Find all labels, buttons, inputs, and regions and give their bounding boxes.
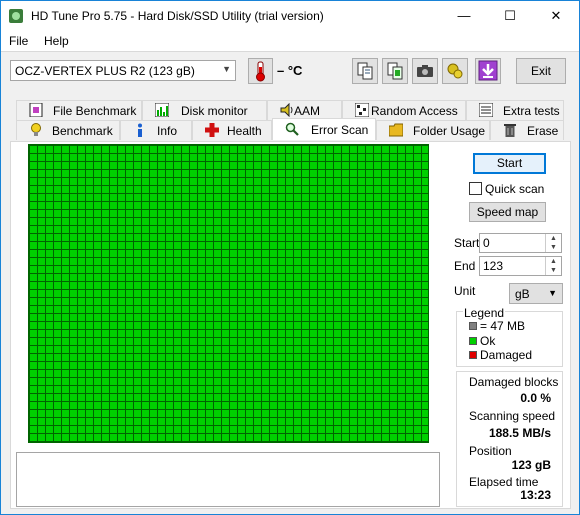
save-button[interactable] [475,58,501,84]
unit-select[interactable]: gB ▼ [509,283,563,304]
title-bar: HD Tune Pro 5.75 - Hard Disk/SSD Utility… [1,1,579,31]
menu-divider [1,51,579,52]
lightbulb-icon [31,123,41,136]
tab-label: File Benchmark [53,104,137,118]
tab-label: Folder Usage [413,124,486,138]
tab-label: Error Scan [311,123,369,137]
drive-select-value: OCZ-VERTEX PLUS R2 (123 gB) [15,64,195,78]
magnifier-icon [285,122,299,136]
tab-file-benchmark[interactable]: File Benchmark [16,100,142,120]
screenshot-button[interactable] [412,58,438,84]
tab-label: Disk monitor [181,104,248,118]
copy-text-button[interactable] [352,58,378,84]
scanning-speed-value: 188.5 MB/s [488,426,551,440]
tab-label: Erase [527,124,559,138]
tab-folder-usage[interactable]: Folder Usage [376,120,490,140]
legend-swatch-block [469,322,477,330]
minimize-button[interactable]: — [441,1,487,31]
tab-disk-monitor[interactable]: Disk monitor [142,100,267,120]
spin-up-icon[interactable]: ▲ [546,257,561,266]
legend-ok-label: Ok [480,334,496,348]
file-benchmark-icon [29,103,43,117]
tools-icon [447,63,463,79]
position-label: Position [469,444,512,458]
folder-icon [389,123,403,137]
damaged-blocks-value: 0.0 % [520,391,551,405]
spin-up-icon[interactable]: ▲ [546,234,561,243]
legend-swatch-ok [469,337,477,345]
chevron-down-icon: ▼ [222,64,231,74]
tab-extra-tests[interactable]: Extra tests [466,100,564,120]
disk-monitor-icon [155,103,169,117]
copy-icon [357,62,373,80]
tab-health[interactable]: Health [192,120,272,140]
scanning-speed-label: Scanning speed [469,409,556,423]
start-label: Start [454,236,480,250]
trash-icon [504,124,516,137]
download-arrow-icon [478,60,498,81]
tab-error-scan[interactable]: Error Scan [272,118,376,140]
tab-label: Benchmark [52,124,113,138]
end-position-input[interactable]: 123 ▲ ▼ [479,256,562,276]
start-scan-button[interactable]: Start [473,153,546,174]
start-spinner[interactable]: ▲ ▼ [545,234,561,252]
end-spinner[interactable]: ▲ ▼ [545,257,561,275]
scan-log-box[interactable] [16,452,440,507]
menu-bar: File Help [1,31,579,51]
position-value: 123 gB [511,458,551,472]
copy-all-button[interactable] [382,58,408,84]
tab-erase[interactable]: Erase [490,120,564,140]
end-position-value: 123 [483,259,504,273]
legend-title: Legend [463,306,506,320]
speed-map-button[interactable]: Speed map [469,202,546,222]
tab-label: Extra tests [503,104,560,118]
unit-select-value: gB [515,287,530,301]
drive-select[interactable]: OCZ-VERTEX PLUS R2 (123 gB) ▼ [10,60,236,81]
red-cross-icon [205,123,219,137]
elapsed-time-label: Elapsed time [469,475,539,489]
menu-file[interactable]: File [9,34,28,48]
elapsed-time-value: 13:23 [520,488,551,502]
scan-block-map [28,144,429,443]
app-icon [9,9,23,23]
tab-label: AAM [294,104,321,118]
window-title: HD Tune Pro 5.75 - Hard Disk/SSD Utility… [31,9,324,23]
legend-block-size: = 47 MB [480,319,526,333]
damaged-blocks-label: Damaged blocks [469,375,559,389]
temperature-readout: – °C [277,63,303,78]
tab-benchmark[interactable]: Benchmark [16,120,120,140]
speaker-icon [280,103,293,117]
app-window: HD Tune Pro 5.75 - Hard Disk/SSD Utility… [0,0,580,515]
quick-scan-checkbox[interactable] [469,182,482,195]
random-access-icon [355,103,369,117]
options-button[interactable] [442,58,468,84]
end-label: End [454,259,476,273]
camera-icon [417,65,433,77]
unit-label: Unit [454,284,476,298]
spin-down-icon[interactable]: ▼ [546,243,561,252]
chevron-down-icon: ▼ [548,288,557,298]
close-button[interactable]: ✕ [533,1,579,31]
info-icon [138,123,142,137]
tab-random-access[interactable]: Random Access [342,100,466,120]
copy-all-icon [387,62,403,80]
tab-info[interactable]: Info [120,120,192,140]
menu-help[interactable]: Help [44,34,69,48]
tab-aam[interactable]: AAM [267,100,342,120]
tab-label: Health [227,124,262,138]
extra-tests-icon [479,103,493,117]
maximize-button[interactable]: ☐ [487,1,533,31]
temperature-button[interactable] [248,58,273,84]
quick-scan-label: Quick scan [485,182,545,196]
legend-damaged-label: Damaged [480,348,533,362]
exit-button[interactable]: Exit [516,58,566,84]
tab-label: Random Access [371,104,458,118]
start-position-input[interactable]: 0 ▲ ▼ [479,233,562,253]
legend-swatch-damaged [469,351,477,359]
start-position-value: 0 [483,236,490,250]
spin-down-icon[interactable]: ▼ [546,266,561,275]
thermometer-icon [256,61,265,82]
tab-label: Info [157,124,178,138]
